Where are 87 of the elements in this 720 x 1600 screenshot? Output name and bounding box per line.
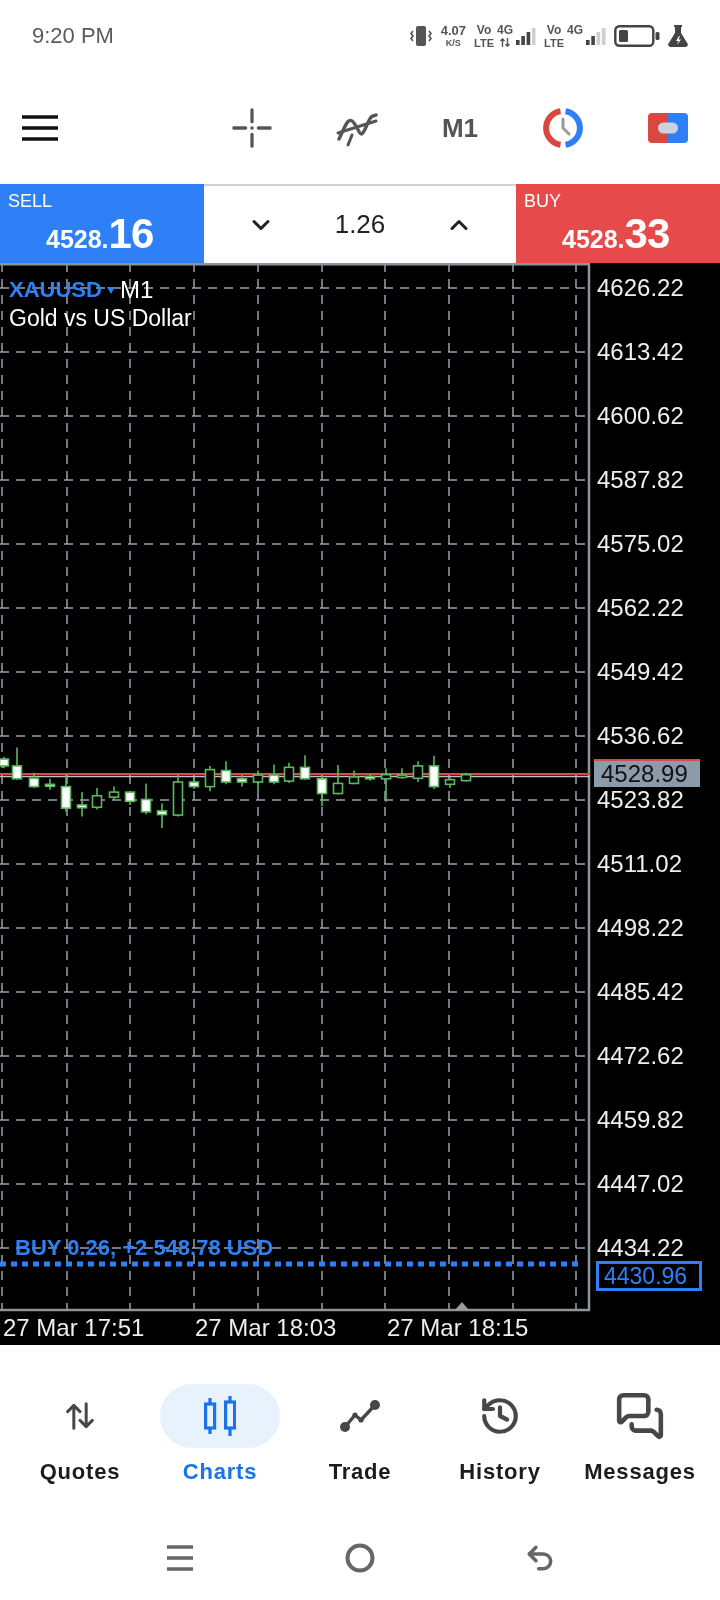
nav-tab[interactable]: History <box>459 1384 541 1485</box>
dropdown-triangle-icon[interactable] <box>106 286 115 294</box>
candle <box>268 763 280 786</box>
network-speed-unit: K/S <box>445 39 461 48</box>
price-axis-label: 4549.42 <box>597 660 684 684</box>
candle <box>188 776 200 790</box>
nav-tab[interactable]: Quotes <box>39 1384 121 1485</box>
position-label: BUY 0.26, +2 548.78 USD <box>15 1236 274 1260</box>
candle <box>380 767 392 803</box>
price-axis-label: 4613.42 <box>597 340 684 364</box>
candle <box>172 774 184 818</box>
vibrate-icon <box>408 25 433 47</box>
signal-icon <box>516 27 536 45</box>
home-circle-icon[interactable] <box>345 1542 375 1573</box>
chat-bubbles-icon <box>615 1390 665 1441</box>
network-type-label: 4G <box>567 24 583 36</box>
symbol-description: Gold vs US Dollar <box>9 304 192 332</box>
candle <box>140 782 152 815</box>
candle <box>60 774 72 813</box>
volte-label: Vo <box>546 24 562 36</box>
candle <box>412 760 424 783</box>
price-axis-label: 4459.82 <box>597 1108 684 1132</box>
candle <box>396 767 408 780</box>
volte-label: Vo <box>476 24 492 36</box>
flask-icon <box>668 25 688 47</box>
lte-label: LTE <box>474 38 494 49</box>
price-axis-label: 4536.62 <box>597 724 684 748</box>
sell-button[interactable]: SELL 4528.16 <box>0 184 204 263</box>
buy-button[interactable]: BUY 4528.33 <box>516 184 720 263</box>
position-price-label: 4430.96 <box>596 1261 702 1291</box>
candle <box>460 772 472 783</box>
candle <box>252 769 264 792</box>
candle <box>204 765 216 792</box>
price-axis-label: 4562.22 <box>597 596 684 620</box>
price-axis-label: 4485.42 <box>597 980 684 1004</box>
candle <box>28 772 40 789</box>
network-type-label: 4G <box>497 24 513 36</box>
candle <box>44 778 56 791</box>
candle <box>348 769 360 786</box>
candle <box>91 787 103 811</box>
candle <box>332 764 344 796</box>
time-axis-label: 27 Mar 18:15 <box>387 1314 529 1342</box>
triangle-marker-icon <box>455 1302 469 1310</box>
symbol-selector[interactable]: XAUUSD <box>9 277 102 303</box>
crosshair-icon[interactable] <box>231 108 272 148</box>
candle <box>236 774 248 788</box>
candle <box>76 791 88 818</box>
signal-icon <box>586 27 606 45</box>
toggle-icon[interactable] <box>648 113 688 143</box>
price-axis-label: 4434.22 <box>597 1236 684 1260</box>
candle <box>428 755 440 790</box>
price-axis-label: 4472.62 <box>597 1044 684 1068</box>
time-axis-label: 27 Mar 18:03 <box>195 1314 337 1342</box>
lte-label: LTE <box>544 38 564 49</box>
timeframe-label: M1 <box>119 277 154 303</box>
price-axis-label: 4447.02 <box>597 1172 684 1196</box>
candle <box>444 776 456 789</box>
ring-clock-icon[interactable] <box>542 107 584 149</box>
recents-menu-icon[interactable] <box>167 1544 193 1571</box>
price-axis-label: 4523.82 <box>597 788 684 812</box>
volume-field[interactable]: 1.26 <box>334 209 386 240</box>
candle <box>364 773 376 782</box>
price-axis-label: 4587.82 <box>597 468 684 492</box>
timeframe-button[interactable]: M1 <box>441 113 478 143</box>
up-down-arrows-icon <box>65 1400 95 1431</box>
candle <box>124 790 136 806</box>
battery-icon <box>614 25 660 47</box>
menu-icon[interactable] <box>22 115 58 141</box>
time-axis-label: 27 Mar 17:51 <box>3 1314 145 1342</box>
candle <box>156 802 168 829</box>
status-time: 9:20 PM <box>32 23 114 49</box>
line-chart-icon <box>340 1399 380 1432</box>
price-axis-label: 4626.22 <box>597 276 684 300</box>
nav-tab[interactable]: Messages <box>584 1384 696 1485</box>
candle <box>108 785 120 802</box>
candle <box>316 774 328 808</box>
price-axis-label: 4600.62 <box>597 404 684 428</box>
price-axis-label: 4498.22 <box>597 916 684 940</box>
candle <box>283 761 295 784</box>
nav-tab[interactable]: Trade <box>328 1384 392 1485</box>
current-price-label: 4528.99 <box>594 759 700 787</box>
candle <box>299 754 311 781</box>
network-speed: 4.07 <box>440 24 467 37</box>
price-axis-label: 4511.02 <box>597 852 682 876</box>
nav-tab[interactable]: Charts <box>160 1384 280 1485</box>
price-axis-label: 4575.02 <box>597 532 684 556</box>
candle <box>220 760 232 786</box>
